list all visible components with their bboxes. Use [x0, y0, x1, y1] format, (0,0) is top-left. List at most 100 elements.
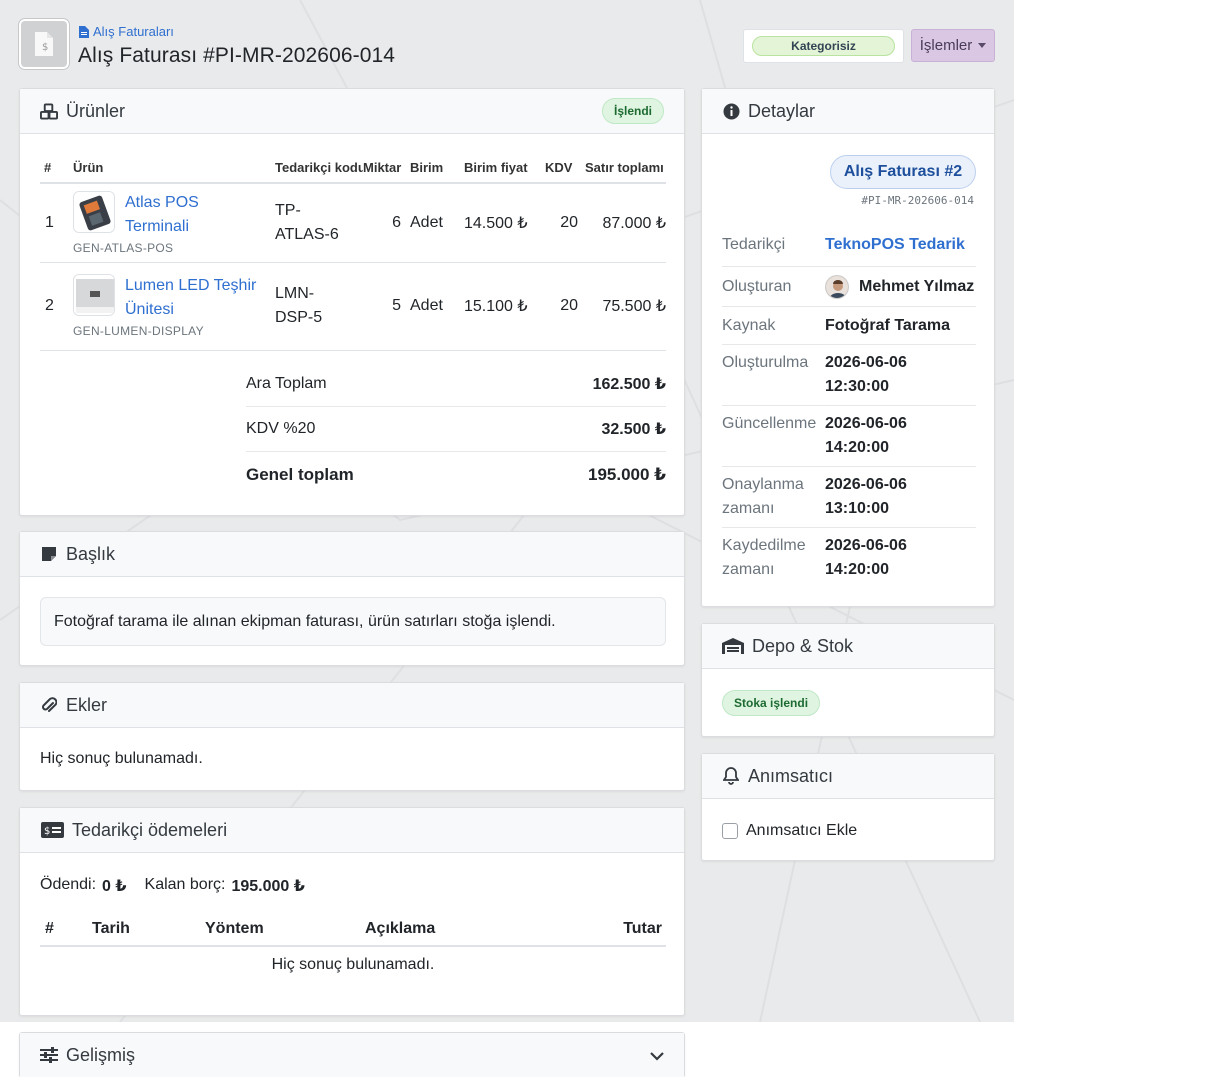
approved-label: Onaylanma zamanı	[722, 473, 825, 527]
chevron-down-icon[interactable]	[650, 1045, 664, 1066]
add-reminder-label[interactable]: Anımsatıcı Ekle	[746, 822, 857, 840]
processed-status-badge: İşlendi	[601, 98, 664, 124]
supplier-payments-card: $ Tedarikçi ödemeleri Ödendi: 0 ₺ Kalan …	[19, 807, 685, 1016]
approved-row: Onaylanma zamanı 2026-06-06 13:10:00	[722, 467, 976, 528]
payments-card-header: $ Tedarikçi ödemeleri	[20, 808, 684, 853]
row-supplier-code: TP-ATLAS-6	[275, 183, 363, 263]
svg-text:$: $	[42, 42, 48, 53]
vat-total-label: KDV %20	[246, 420, 316, 437]
subtotal-row: Ara Toplam 162.500 ₺	[246, 362, 666, 407]
note-card: Başlık Fotoğraf tarama ile alınan ekipma…	[19, 531, 685, 666]
payment-summary: Ödendi: 0 ₺ Kalan borç: 195.000 ₺	[40, 876, 305, 896]
product-link[interactable]: Lumen LED Teşhir Ünitesi	[125, 274, 265, 322]
row-index: 1	[40, 183, 73, 263]
sticky-note-icon	[40, 545, 58, 563]
col-quantity: Miktar	[363, 159, 410, 184]
add-reminder-checkbox[interactable]	[722, 823, 738, 839]
col-vat: KDV	[545, 159, 585, 184]
breadcrumb-link[interactable]: Alış Faturaları	[93, 24, 174, 39]
row-vat: 20	[545, 183, 585, 263]
row-supplier-code: LMN-DSP-5	[275, 262, 363, 351]
invoice-code: #PI-MR-202606-014	[861, 194, 974, 207]
col-index: #	[40, 159, 73, 184]
caret-down-icon	[978, 43, 987, 48]
row-product: Lumen LED Teşhir Ünitesi GEN-LUMEN-DISPL…	[73, 262, 275, 351]
creator-label: Oluşturan	[722, 277, 792, 295]
actions-label: İşlemler	[919, 37, 973, 54]
row-unit-price: 15.100 ₺	[464, 262, 545, 351]
boxes-icon	[40, 102, 58, 120]
grand-total-row: Genel toplam 195.000 ₺	[246, 452, 666, 497]
row-quantity: 5	[363, 262, 410, 351]
attachments-empty-text: Hiç sonuç bulunamadı.	[40, 750, 203, 767]
reminder-card-header: Anımsatıcı	[702, 754, 994, 799]
saved-label-line2: zamanı	[722, 561, 775, 578]
updated-label: Güncellenme	[722, 415, 817, 432]
payments-table-header: # Tarih Yöntem Açıklama Tutar	[40, 912, 666, 947]
product-thumbnail[interactable]	[73, 274, 115, 316]
invoice-number-pill[interactable]: Alış Faturası #2	[830, 155, 976, 189]
payments-empty-text: Hiç sonuç bulunamadı.	[271, 955, 435, 973]
info-circle-icon	[722, 102, 740, 120]
attachments-title: Ekler	[66, 694, 108, 715]
category-badge[interactable]: Kategorisiz	[752, 36, 895, 56]
paid-value: 0 ₺	[102, 878, 127, 895]
source-value: Fotoğraf Tarama	[825, 316, 951, 334]
reminder-title: Anımsatıcı	[748, 765, 834, 786]
created-time: 12:30:00	[825, 378, 890, 395]
col-line-total: Satır toplamı	[585, 159, 666, 184]
updated-date: 2026-06-06	[825, 415, 907, 432]
note-card-header: Başlık	[20, 532, 684, 577]
payments-title: Tedarikçi ödemeleri	[72, 819, 228, 840]
col-supplier-code: Tedarikçi kodu	[275, 159, 363, 184]
details-card: Detaylar Alış Faturası #2 #PI-MR-202606-…	[701, 88, 995, 607]
remaining-label: Kalan borç:	[144, 876, 226, 893]
product-thumbnail[interactable]	[73, 190, 115, 233]
approved-time: 13:10:00	[825, 500, 890, 517]
saved-row: Kaydedilme zamanı 2026-06-06 14:20:00	[722, 528, 976, 589]
col-index: #	[40, 912, 92, 947]
col-unit-price: Birim fiyat	[464, 159, 545, 184]
created-label: Oluşturulma	[722, 354, 809, 371]
saved-time: 14:20:00	[825, 561, 890, 578]
reminder-card: Anımsatıcı Anımsatıcı Ekle	[701, 753, 995, 861]
vat-total-row: KDV %20 32.500 ₺	[246, 407, 666, 452]
details-title: Detaylar	[748, 100, 816, 121]
paperclip-icon	[40, 696, 58, 714]
details-card-header: Detaylar	[702, 89, 994, 134]
grand-total-label: Genel toplam	[246, 464, 354, 484]
approved-label-line1: Onaylanma	[722, 476, 804, 493]
breadcrumb[interactable]: Alış Faturaları	[79, 24, 174, 39]
source-row: Kaynak Fotoğraf Tarama	[722, 307, 976, 345]
file-icon	[79, 25, 89, 38]
page-title: Alış Faturası #PI-MR-202606-014	[78, 44, 396, 67]
products-card-header: Ürünler İşlendi	[20, 89, 684, 134]
note-text-box: Fotoğraf tarama ile alınan ekipman fatur…	[40, 597, 666, 646]
col-description: Açıklama	[365, 912, 553, 947]
paid-label: Ödendi:	[40, 876, 97, 893]
source-label: Kaynak	[722, 316, 776, 334]
product-link[interactable]: Atlas POS Terminali	[125, 191, 255, 239]
warehouse-title: Depo & Stok	[752, 635, 854, 656]
created-date: 2026-06-06	[825, 354, 907, 371]
subtotal-label: Ara Toplam	[246, 375, 327, 392]
svg-text:$: $	[44, 826, 50, 837]
col-product: Ürün	[73, 159, 275, 184]
updated-time: 14:20:00	[825, 439, 890, 456]
products-title: Ürünler	[66, 100, 126, 121]
advanced-card-header[interactable]: Gelişmiş	[20, 1033, 684, 1077]
actions-dropdown-button[interactable]: İşlemler	[911, 29, 995, 62]
advanced-card[interactable]: Gelişmiş	[19, 1032, 685, 1077]
category-selector[interactable]: Kategorisiz	[743, 29, 904, 63]
grand-total-value: 195.000 ₺	[587, 464, 666, 484]
stock-status-badge: Stoka işlendi	[722, 690, 821, 716]
add-reminder-checkbox-row[interactable]: Anımsatıcı Ekle	[722, 822, 857, 840]
creator-avatar[interactable]	[825, 274, 849, 299]
note-title: Başlık	[66, 543, 116, 564]
supplier-link[interactable]: TeknoPOS Tedarik	[825, 233, 965, 266]
supplier-label: Tedarikçi	[722, 236, 786, 253]
attachments-card: Ekler Hiç sonuç bulunamadı.	[19, 682, 685, 791]
creator-row: Oluşturan Mehmet Yılmaz	[722, 267, 976, 307]
attachments-card-header: Ekler	[20, 683, 684, 728]
row-vat: 20	[545, 262, 585, 351]
